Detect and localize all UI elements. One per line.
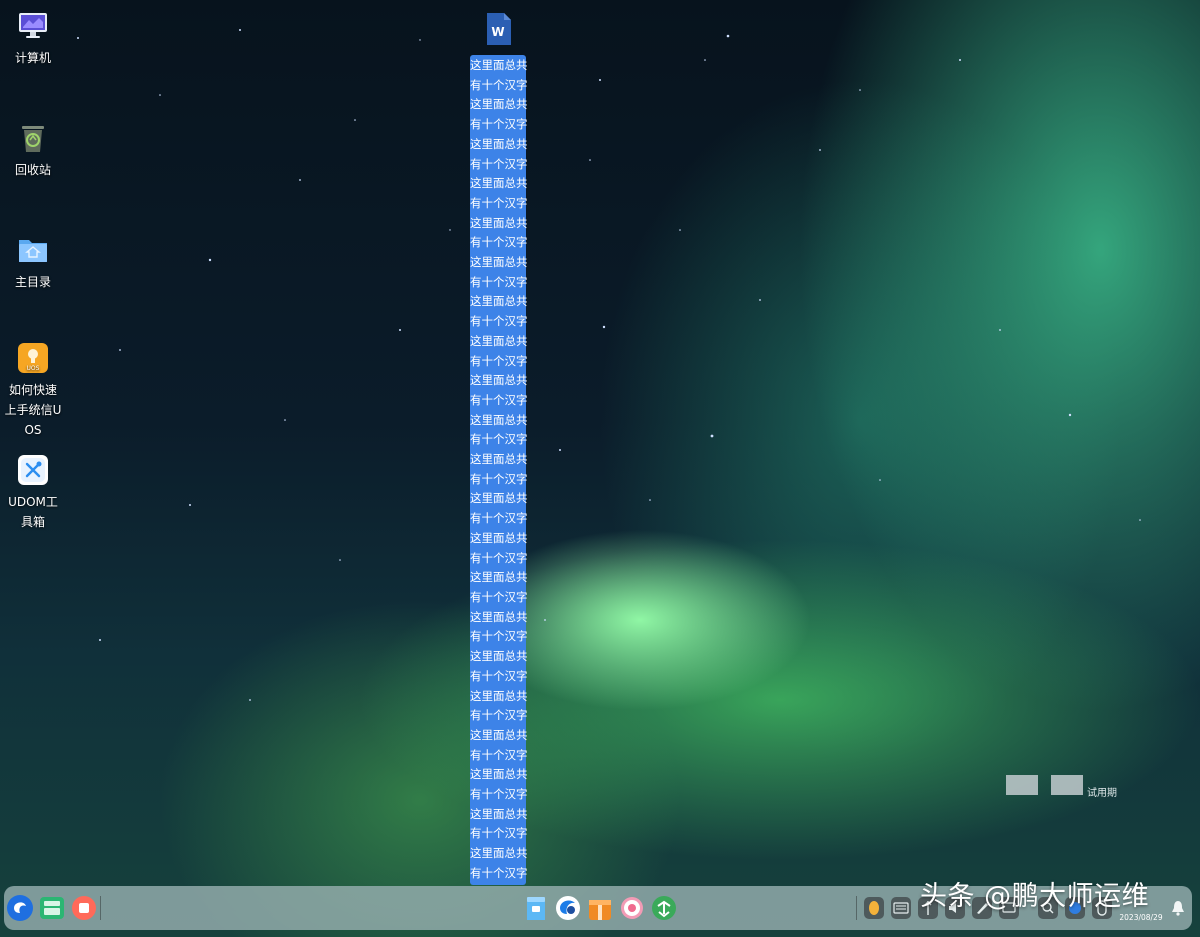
desktop-icon-computer[interactable]: 计算机 <box>0 10 66 68</box>
file-name-line: 这里面总共 <box>470 609 528 624</box>
file-name-line: 这里面总共 <box>470 767 528 782</box>
file-name-line: 这里面总共 <box>470 806 528 821</box>
desktop-icon-label: 计算机 <box>14 51 51 65</box>
file-name-line: 有十个汉字 <box>470 77 528 92</box>
file-name-line: 有十个汉字 <box>470 668 528 683</box>
file-name-line: 有十个汉字 <box>470 865 528 880</box>
dock-divider <box>856 896 857 920</box>
desktop-icon-label: 主目录 <box>14 275 51 289</box>
input-method-icon[interactable] <box>864 897 884 919</box>
desktop-icon-toolbox[interactable]: UDOM工具箱 <box>0 454 66 532</box>
file-name-line: 这里面总共 <box>470 176 528 191</box>
file-name-line: 有十个汉字 <box>470 747 528 762</box>
file-name-line: 这里面总共 <box>470 452 528 467</box>
desktop-icon-uos-guide[interactable]: UOS 如何快速上手统信UOS <box>0 342 66 440</box>
file-name-line: 这里面总共 <box>470 688 528 703</box>
file-manager-icon[interactable] <box>522 894 550 922</box>
app-store-icon[interactable] <box>586 894 614 922</box>
trial-label: 试用期 <box>1087 788 1117 799</box>
file-name-line: 有十个汉字 <box>470 274 528 289</box>
keyboard-icon[interactable] <box>891 897 911 919</box>
desktop-icon-label: 如何快速上手统信UOS <box>4 383 62 437</box>
file-name-line: 有十个汉字 <box>470 787 528 802</box>
file-name-line: 这里面总共 <box>470 846 528 861</box>
selected-file-name[interactable]: 这里面总共 有十个汉字 这里面总共 有十个汉字 这里面总共 有十个汉字 这里面总共 有十个汉字… <box>470 55 528 885</box>
desktop-icon-home[interactable]: 主目录 <box>0 234 66 292</box>
uos-badge-text: UOS <box>27 365 40 372</box>
file-name-line: 这里面总共 <box>470 727 528 742</box>
file-name-line: 有十个汉字 <box>470 708 528 723</box>
file-name-line: 这里面总共 <box>470 373 528 388</box>
multitask-view-icon[interactable] <box>38 894 66 922</box>
file-name-line: 这里面总共 <box>470 491 528 506</box>
file-name-line: 这里面总共 <box>470 215 528 230</box>
file-name-line: 这里面总共 <box>470 412 528 427</box>
launcher-icon[interactable] <box>6 894 34 922</box>
activation-placeholder-box <box>1051 775 1083 795</box>
file-name-line: 有十个汉字 <box>470 511 528 526</box>
file-name-line: 这里面总共 <box>470 294 528 309</box>
doc-icon-letter: W <box>491 25 504 39</box>
file-name-line: 这里面总共 <box>470 530 528 545</box>
starfield <box>77 29 1141 701</box>
desktop-icon-label: 回收站 <box>14 163 51 177</box>
browser-icon[interactable] <box>554 894 582 922</box>
home-folder-icon <box>17 234 49 266</box>
file-name-line: 有十个汉字 <box>470 235 528 250</box>
notification-icon[interactable] <box>1168 897 1188 919</box>
file-name-line: 这里面总共 <box>470 649 528 664</box>
file-name-line: 有十个汉字 <box>470 117 528 132</box>
file-name-line: 有十个汉字 <box>470 550 528 565</box>
file-name-line: 这里面总共 <box>470 97 528 112</box>
file-name-line: 有十个汉字 <box>470 314 528 329</box>
file-name-line: 有十个汉字 <box>470 156 528 171</box>
watermark-text: 头条 @鹏大师运维 <box>920 881 1150 912</box>
file-name-line: 有十个汉字 <box>470 826 528 841</box>
screen-record-icon[interactable] <box>70 894 98 922</box>
toolbox-icon <box>17 454 49 486</box>
uos-guide-icon: UOS <box>17 342 49 374</box>
file-name-line: 这里面总共 <box>470 333 528 348</box>
file-name-line: 有十个汉字 <box>470 471 528 486</box>
file-name-line: 有十个汉字 <box>470 629 528 644</box>
downloader-icon[interactable] <box>650 894 678 922</box>
file-name-line: 这里面总共 <box>470 570 528 585</box>
file-name-line: 这里面总共 <box>470 58 528 72</box>
file-name-line: 有十个汉字 <box>470 353 528 368</box>
clock-date[interactable]: 2023/08/29 <box>1118 913 1164 922</box>
desktop-icon-label: UDOM工具箱 <box>8 495 58 529</box>
file-name-line: 有十个汉字 <box>470 432 528 447</box>
file-name-line: 这里面总共 <box>470 136 528 151</box>
trash-icon <box>17 122 49 154</box>
word-doc-icon[interactable]: W <box>486 12 512 46</box>
dock-divider <box>100 896 101 920</box>
computer-icon <box>17 10 49 42</box>
file-name-line: 有十个汉字 <box>470 589 528 604</box>
file-name-line: 这里面总共 <box>470 255 528 270</box>
file-name-line: 有十个汉字 <box>470 195 528 210</box>
activation-placeholder-box <box>1006 775 1038 795</box>
file-name-line: 有十个汉字 <box>470 392 528 407</box>
control-center-icon[interactable] <box>618 894 646 922</box>
desktop-icon-trash[interactable]: 回收站 <box>0 122 66 180</box>
